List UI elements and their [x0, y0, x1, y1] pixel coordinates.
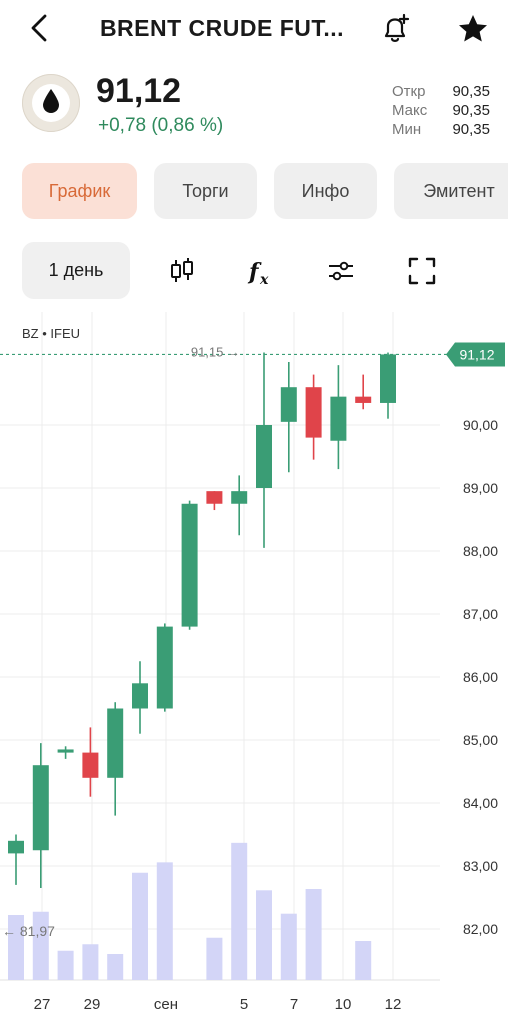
- volume-bar: [107, 954, 124, 980]
- stat-high: Макс 90,35: [392, 101, 490, 120]
- x-tick-label: 5: [240, 996, 248, 1013]
- candle: [380, 352, 396, 419]
- candle-body: [355, 396, 372, 403]
- candle: [156, 623, 173, 712]
- candle: [8, 834, 24, 885]
- candle: [181, 500, 198, 630]
- function-icon[interactable]: f x: [244, 254, 278, 288]
- candle-body: [107, 708, 124, 778]
- volume-bar: [132, 872, 148, 980]
- stat-open: Откр 90,35: [392, 82, 490, 101]
- stat-label: Мин: [392, 121, 422, 138]
- y-tick-label: 86,00: [463, 669, 498, 685]
- tab-chart[interactable]: График: [22, 163, 137, 219]
- tab-issuer[interactable]: Эмитент: [394, 163, 508, 219]
- x-tick-label: 27: [34, 996, 51, 1013]
- volume-bar: [156, 862, 173, 980]
- y-tick-label: 89,00: [463, 480, 498, 496]
- candle-body: [256, 425, 272, 488]
- x-tick-label: 7: [290, 996, 298, 1013]
- candle-body: [305, 387, 322, 438]
- stat-label: Откр: [392, 83, 426, 100]
- chart-toolbar: 1 день f x: [0, 242, 508, 300]
- y-tick-label: 84,00: [463, 795, 498, 811]
- candle-body: [206, 491, 223, 504]
- section-tabs: График Торги Инфо Эмитент: [0, 163, 508, 219]
- last-price: 91,12: [96, 72, 182, 110]
- volume-bar: [355, 941, 372, 980]
- star-icon[interactable]: [456, 12, 490, 46]
- y-tick-label: 87,00: [463, 606, 498, 622]
- candle: [107, 702, 124, 816]
- y-tick-label: 90,00: [463, 417, 498, 433]
- chevron-left-icon[interactable]: [24, 12, 54, 44]
- volume-bar: [231, 842, 248, 980]
- sliders-icon[interactable]: [324, 254, 358, 288]
- quote-stats: Откр 90,35 Макс 90,35 Мин 90,35: [392, 82, 490, 139]
- stat-low: Мин 90,35: [392, 120, 490, 139]
- volume-bar: [256, 890, 272, 980]
- candlestick-chart[interactable]: 82,00 83,00 84,00 85,00 86,00 87,00 88,00 89,00…: [0, 310, 508, 1024]
- bell-plus-icon[interactable]: [378, 12, 412, 46]
- last-price-label: 91,12: [459, 346, 494, 362]
- stat-value: 90,35: [452, 102, 490, 119]
- instrument-logo: [22, 74, 80, 132]
- volume-bar: [305, 889, 322, 980]
- x-tick-label: 12: [385, 996, 402, 1013]
- y-tick-label: 82,00: [463, 921, 498, 937]
- volume-bar: [280, 913, 297, 980]
- candle: [330, 365, 347, 470]
- candle-body: [132, 683, 148, 709]
- oil-drop-icon: [32, 84, 70, 122]
- candle-body: [8, 840, 24, 854]
- x-tick-label: 29: [84, 996, 101, 1013]
- fullscreen-icon[interactable]: [405, 254, 439, 288]
- volume-bar: [57, 950, 74, 980]
- volume-bar: [82, 944, 99, 980]
- y-tick-label: 83,00: [463, 858, 498, 874]
- candle-body: [231, 491, 248, 504]
- candle: [82, 727, 99, 797]
- price-change: +0,78 (0,86 %): [98, 115, 224, 136]
- candle: [305, 374, 322, 460]
- candle-body: [380, 354, 396, 403]
- svg-text:x: x: [259, 272, 269, 288]
- period-selector[interactable]: 1 день: [22, 242, 130, 299]
- candle-body: [156, 626, 173, 709]
- page-title: BRENT CRUDE FUT...: [99, 15, 345, 41]
- candle: [355, 374, 372, 410]
- candle-body: [32, 765, 49, 851]
- x-tick-label: сен: [154, 996, 178, 1013]
- candle-body: [181, 503, 198, 627]
- stat-value: 90,35: [452, 121, 490, 138]
- candle: [231, 475, 248, 536]
- min-price-marker: ← 81,97: [2, 923, 55, 939]
- candle-body: [57, 749, 74, 753]
- volume-bar: [206, 937, 223, 980]
- max-price-marker: 91,15 →: [191, 345, 240, 360]
- stat-label: Макс: [392, 102, 428, 119]
- tab-info[interactable]: Инфо: [274, 163, 377, 219]
- candle: [57, 746, 74, 759]
- candles-icon[interactable]: [165, 254, 199, 288]
- stat-value: 90,35: [452, 83, 490, 100]
- y-tick-label: 85,00: [463, 732, 498, 748]
- tab-trades[interactable]: Торги: [154, 163, 257, 219]
- y-tick-label: 88,00: [463, 543, 498, 559]
- candle: [206, 491, 223, 511]
- x-tick-label: 10: [335, 996, 352, 1013]
- candle-body: [280, 387, 297, 422]
- candle-body: [82, 752, 99, 778]
- candle-body: [330, 396, 347, 441]
- candle: [132, 661, 148, 734]
- candle: [256, 352, 272, 548]
- top-bar: BRENT CRUDE FUT...: [0, 0, 508, 58]
